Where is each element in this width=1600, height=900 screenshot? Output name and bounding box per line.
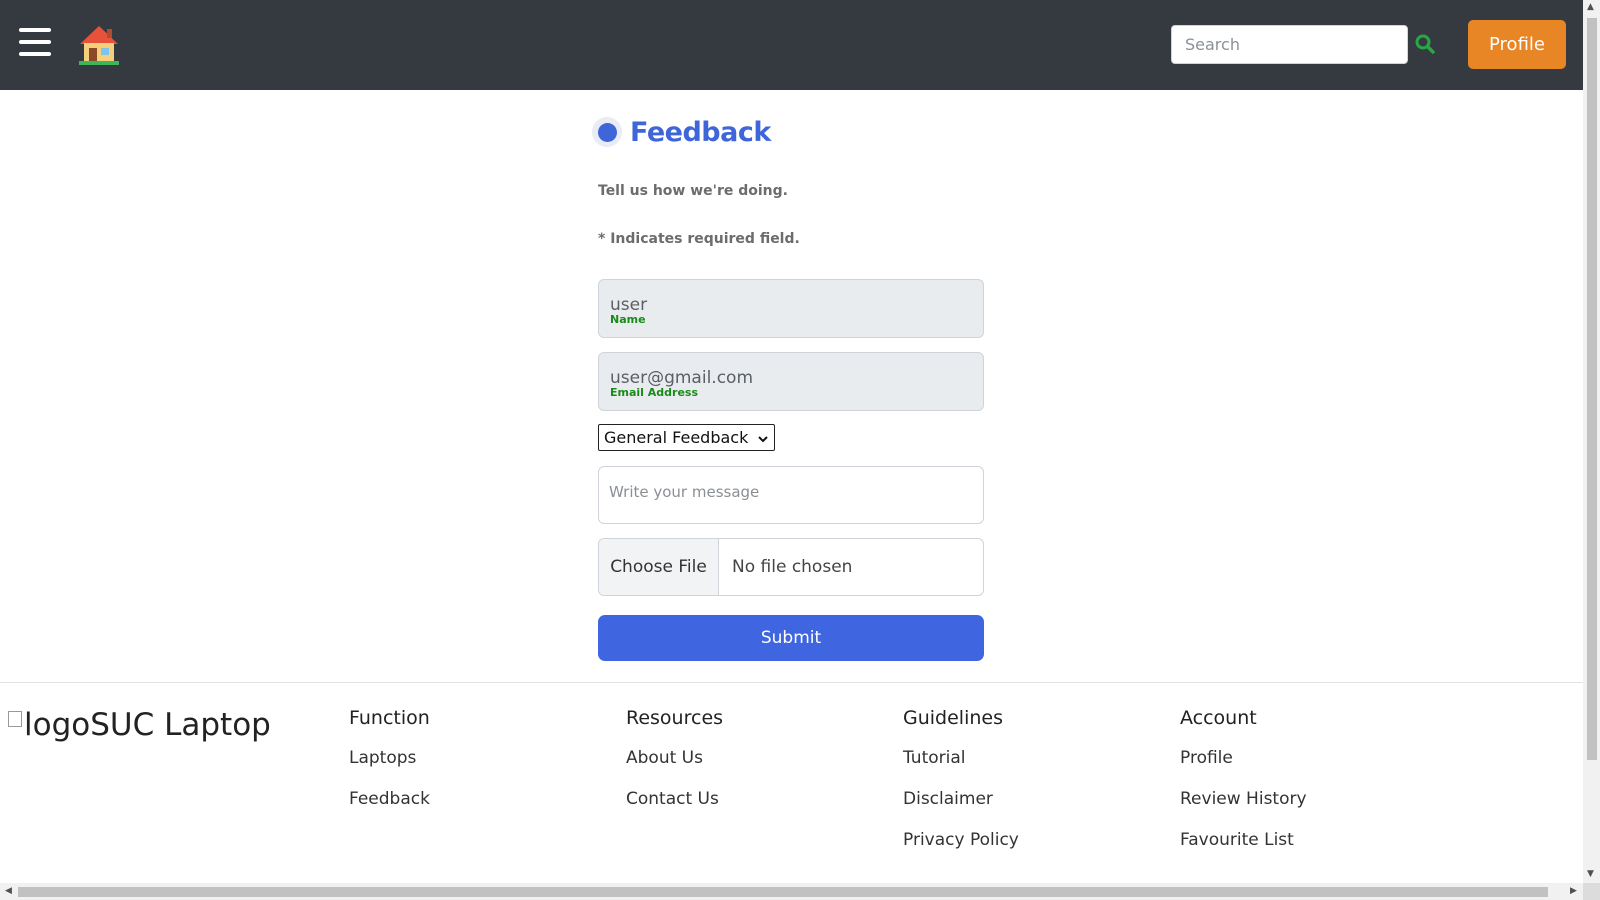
search-input[interactable] [1171, 25, 1408, 64]
form-tagline: Tell us how we're doing. [598, 183, 788, 199]
footer-brand-name: SUC Laptop [90, 707, 271, 743]
footer-link-feedback[interactable]: Feedback [349, 789, 430, 809]
chevron-down-icon [757, 430, 769, 443]
footer-link-contact-us[interactable]: Contact Us [626, 789, 723, 809]
message-textarea[interactable] [598, 466, 984, 524]
name-field-value: user [610, 295, 648, 315]
name-field-label: Name [610, 313, 646, 326]
footer-column-resources: Resources About Us Contact Us [626, 707, 723, 830]
footer-heading: Function [349, 707, 430, 729]
feedback-type-select[interactable]: General Feedback [598, 424, 775, 451]
horizontal-scrollbar[interactable]: ◀ ▶ [0, 883, 1583, 900]
required-field-note: * Indicates required field. [598, 231, 800, 247]
horizontal-scroll-thumb[interactable] [18, 887, 1548, 897]
footer-link-review-history[interactable]: Review History [1180, 789, 1307, 809]
footer-brand[interactable]: logoSUC Laptop [8, 707, 271, 743]
hamburger-menu-icon[interactable] [19, 28, 51, 60]
submit-button[interactable]: Submit [598, 615, 984, 661]
footer-link-profile[interactable]: Profile [1180, 748, 1307, 768]
top-navbar: Profile [0, 0, 1583, 90]
page-title-block: Feedback [592, 114, 771, 150]
site-footer: logoSUC Laptop Function Laptops Feedback… [0, 682, 1583, 882]
footer-column-guidelines: Guidelines Tutorial Disclaimer Privacy P… [903, 707, 1019, 871]
footer-column-account: Account Profile Review History Favourite… [1180, 707, 1307, 871]
footer-link-favourite-list[interactable]: Favourite List [1180, 830, 1307, 850]
footer-link-tutorial[interactable]: Tutorial [903, 748, 1019, 768]
footer-heading: Account [1180, 707, 1257, 729]
choose-file-button[interactable]: Choose File [599, 539, 719, 595]
search-icon[interactable] [1414, 33, 1436, 55]
title-dot-icon [592, 117, 622, 147]
scroll-right-arrow-icon[interactable]: ▶ [1570, 886, 1577, 896]
scrollbar-corner [1583, 883, 1600, 900]
footer-link-about-us[interactable]: About Us [626, 748, 723, 768]
email-field-value: user@gmail.com [610, 368, 754, 388]
broken-image-icon [8, 711, 22, 727]
footer-heading: Guidelines [903, 707, 1003, 729]
house-icon[interactable] [77, 22, 121, 66]
file-status-text: No file chosen [732, 557, 853, 577]
profile-button[interactable]: Profile [1468, 20, 1566, 69]
vertical-scroll-thumb[interactable] [1587, 18, 1597, 760]
scroll-left-arrow-icon[interactable]: ◀ [5, 886, 12, 896]
footer-heading: Resources [626, 707, 724, 729]
page-title: Feedback [630, 116, 771, 148]
footer-link-laptops[interactable]: Laptops [349, 748, 430, 768]
scroll-up-arrow-icon[interactable]: ▲ [1587, 3, 1594, 12]
file-upload-input[interactable]: Choose File No file chosen [598, 538, 984, 596]
footer-logo-alt: logo [24, 707, 91, 743]
footer-link-disclaimer[interactable]: Disclaimer [903, 789, 1019, 809]
footer-link-privacy-policy[interactable]: Privacy Policy [903, 830, 1019, 850]
footer-column-function: Function Laptops Feedback [349, 707, 430, 830]
vertical-scrollbar[interactable]: ▲ ▼ [1583, 0, 1600, 900]
email-field[interactable]: user@gmail.com Email Address [598, 352, 984, 411]
email-field-label: Email Address [610, 386, 699, 399]
scroll-down-arrow-icon[interactable]: ▼ [1587, 870, 1594, 879]
name-field[interactable]: user Name [598, 279, 984, 338]
feedback-type-value: General Feedback [604, 428, 749, 447]
